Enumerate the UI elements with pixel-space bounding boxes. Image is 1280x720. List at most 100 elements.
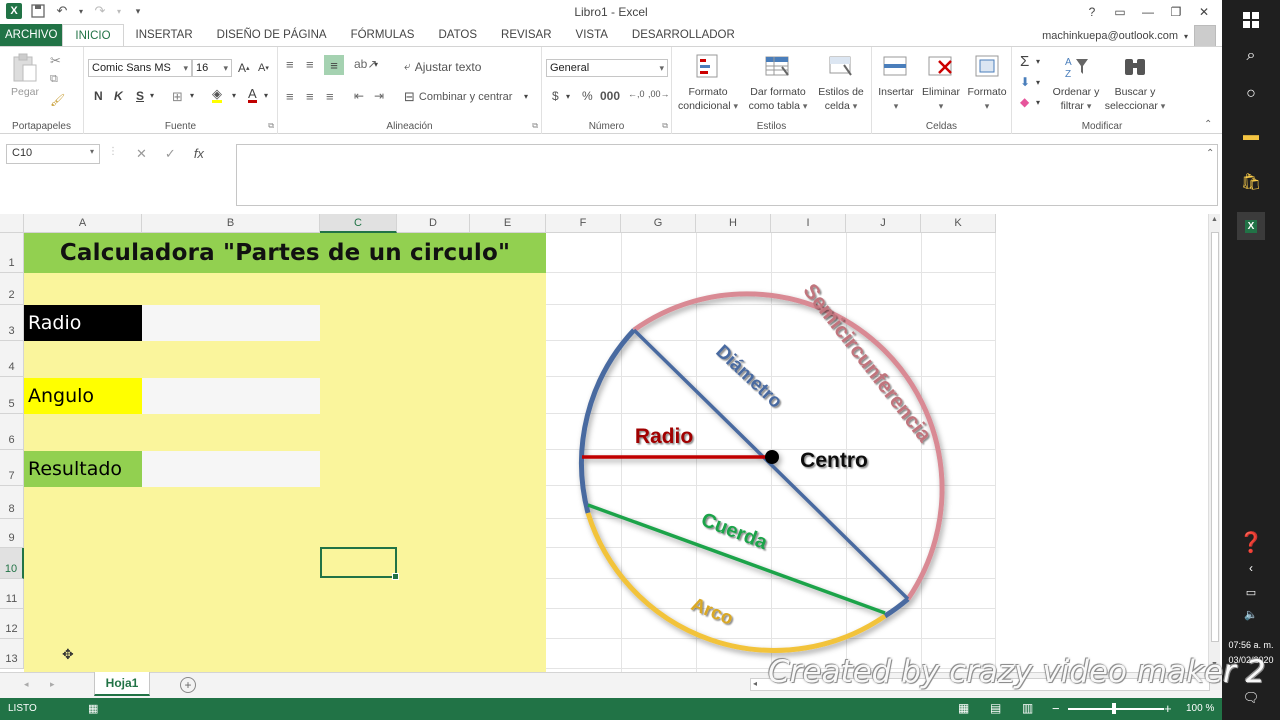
font-color-dropdown-icon[interactable]: ▾	[264, 91, 268, 100]
column-header[interactable]: C	[320, 214, 397, 233]
row-header[interactable]: 2	[0, 273, 24, 305]
zoom-out-icon[interactable]: −	[1052, 701, 1060, 716]
battery-icon[interactable]: ▭	[1239, 580, 1263, 604]
fill-dropdown-icon[interactable]: ▾	[1036, 78, 1040, 87]
column-header[interactable]: D	[397, 214, 470, 233]
store-icon[interactable]: 🛍	[1239, 170, 1263, 194]
fill-icon[interactable]: ⬇	[1020, 75, 1030, 89]
currency-dropdown-icon[interactable]: ▾	[566, 92, 570, 101]
tab-revisar[interactable]: REVISAR	[489, 24, 564, 46]
page-break-view-icon[interactable]: ▥	[1022, 701, 1033, 715]
number-format-select[interactable]: General ▾	[546, 59, 668, 77]
normal-view-icon[interactable]: ▦	[958, 701, 969, 715]
insert-cells-button[interactable]: Insertar ▾	[874, 53, 918, 113]
column-header[interactable]: B	[142, 214, 320, 233]
insert-function-icon[interactable]: fx	[194, 146, 204, 162]
zoom-in-icon[interactable]: +	[1164, 701, 1172, 716]
chevron-left-icon[interactable]: ‹	[1239, 556, 1263, 580]
help-icon[interactable]: ?	[1078, 2, 1106, 22]
row-header[interactable]: 6	[0, 414, 24, 450]
row-header[interactable]: 13	[0, 639, 24, 669]
tab-inicio[interactable]: INICIO	[62, 24, 124, 46]
sheet-tab-hoja1[interactable]: Hoja1	[94, 672, 150, 696]
row-header[interactable]: 8	[0, 486, 24, 519]
clear-icon[interactable]: ◆	[1020, 95, 1029, 109]
paste-button[interactable]: Pegar	[6, 53, 44, 99]
search-icon[interactable]: ⌕	[1239, 44, 1263, 68]
align-center-icon[interactable]: ≡	[306, 89, 314, 104]
prev-sheet-icon[interactable]: ◂	[24, 679, 29, 690]
scroll-left-icon[interactable]: ◂	[753, 679, 757, 688]
macro-record-icon[interactable]: ▦	[88, 702, 98, 715]
zoom-level[interactable]: 100 %	[1186, 703, 1214, 714]
format-painter-icon[interactable]: 🖌	[50, 93, 65, 107]
volume-icon[interactable]: 🔈	[1239, 602, 1263, 626]
row-header[interactable]: 7	[0, 450, 24, 486]
excel-taskbar-icon[interactable]: X	[1237, 212, 1265, 240]
percent-icon[interactable]: %	[582, 89, 593, 103]
merge-center-button[interactable]: ⊟ Combinar y centrar	[404, 89, 512, 105]
conditional-format-button[interactable]: Formato condicional ▾	[676, 53, 740, 113]
input-radio[interactable]	[142, 305, 320, 341]
increase-indent-icon[interactable]: ⇥	[374, 89, 384, 103]
select-all-corner[interactable]	[0, 214, 24, 233]
align-right-icon[interactable]: ≡	[326, 89, 334, 104]
zoom-slider[interactable]	[1068, 708, 1164, 710]
wrap-text-button[interactable]: ⤶ Ajustar texto	[404, 59, 481, 74]
column-header[interactable]: H	[696, 214, 771, 233]
cancel-icon[interactable]: ✕	[136, 146, 147, 162]
tab-formulas[interactable]: FÓRMULAS	[339, 24, 427, 46]
name-box[interactable]: C10 ▾	[6, 144, 100, 164]
tab-diseno-de-pagina[interactable]: DISEÑO DE PÁGINA	[205, 24, 339, 46]
input-angulo[interactable]	[142, 378, 320, 414]
account-email[interactable]: machinkuepa@outlook.com	[1042, 30, 1178, 42]
close-icon[interactable]: ✕	[1190, 2, 1218, 22]
expand-formula-bar-icon[interactable]: ⌃	[1206, 148, 1214, 159]
restore-icon[interactable]: ❐	[1162, 2, 1190, 22]
alignment-dialog-launcher-icon[interactable]: ⧉	[532, 121, 538, 131]
row-header[interactable]: 10	[0, 548, 24, 579]
decrease-indent-icon[interactable]: ⇤	[354, 89, 364, 103]
help-circle-icon[interactable]: ❓	[1239, 530, 1264, 554]
ribbon-display-icon[interactable]: ▭	[1106, 2, 1134, 22]
underline-dropdown-icon[interactable]: ▾	[150, 91, 154, 100]
column-header[interactable]: K	[921, 214, 996, 233]
fill-color-dropdown-icon[interactable]: ▾	[232, 91, 236, 100]
tab-desarrollador[interactable]: DESARROLLADOR	[620, 24, 747, 46]
align-middle-icon[interactable]: ≡	[306, 57, 314, 72]
minimize-icon[interactable]: —	[1134, 2, 1162, 22]
enter-icon[interactable]: ✓	[165, 146, 176, 162]
vertical-scroll-thumb[interactable]	[1211, 232, 1219, 642]
active-cell-c10[interactable]	[320, 547, 399, 580]
column-header[interactable]: E	[470, 214, 546, 233]
row-header[interactable]: 1	[0, 233, 24, 273]
decrease-decimal-icon[interactable]: ,00→	[648, 89, 670, 99]
comma-style-icon[interactable]: 000	[600, 89, 620, 103]
file-explorer-icon[interactable]: ▬	[1239, 124, 1263, 148]
italic-button[interactable]: K	[114, 89, 123, 103]
font-size-select[interactable]: 16 ▾	[192, 59, 232, 77]
align-left-icon[interactable]: ≡	[286, 89, 294, 104]
windows-start-icon[interactable]	[1239, 8, 1263, 32]
format-as-table-button[interactable]: Dar formato como tabla ▾	[744, 53, 812, 113]
bold-button[interactable]: N	[94, 89, 103, 103]
currency-icon[interactable]: $	[552, 89, 559, 103]
tab-datos[interactable]: DATOS	[426, 24, 489, 46]
row-header[interactable]: 12	[0, 609, 24, 639]
increase-decimal-icon[interactable]: ←,0	[628, 89, 645, 99]
merge-dropdown-icon[interactable]: ▾	[524, 92, 528, 101]
cell-styles-button[interactable]: Estilos de celda ▾	[814, 53, 868, 113]
font-name-select[interactable]: Comic Sans MS ▾	[88, 59, 192, 77]
underline-button[interactable]: S	[136, 89, 144, 103]
borders-icon[interactable]: ⊞	[172, 89, 183, 105]
tab-vista[interactable]: VISTA	[564, 24, 620, 46]
add-sheet-icon[interactable]: +	[180, 677, 196, 693]
column-header[interactable]: G	[621, 214, 696, 233]
tab-archivo[interactable]: ARCHIVO	[0, 24, 63, 46]
align-bottom-icon[interactable]: ≡	[324, 55, 344, 75]
page-layout-view-icon[interactable]: ▤	[990, 701, 1001, 715]
scroll-up-icon[interactable]: ▲	[1211, 216, 1218, 223]
shrink-font-icon[interactable]: A ▾	[258, 62, 269, 74]
formula-input[interactable]	[236, 144, 1218, 206]
number-dialog-launcher-icon[interactable]: ⧉	[662, 121, 668, 131]
